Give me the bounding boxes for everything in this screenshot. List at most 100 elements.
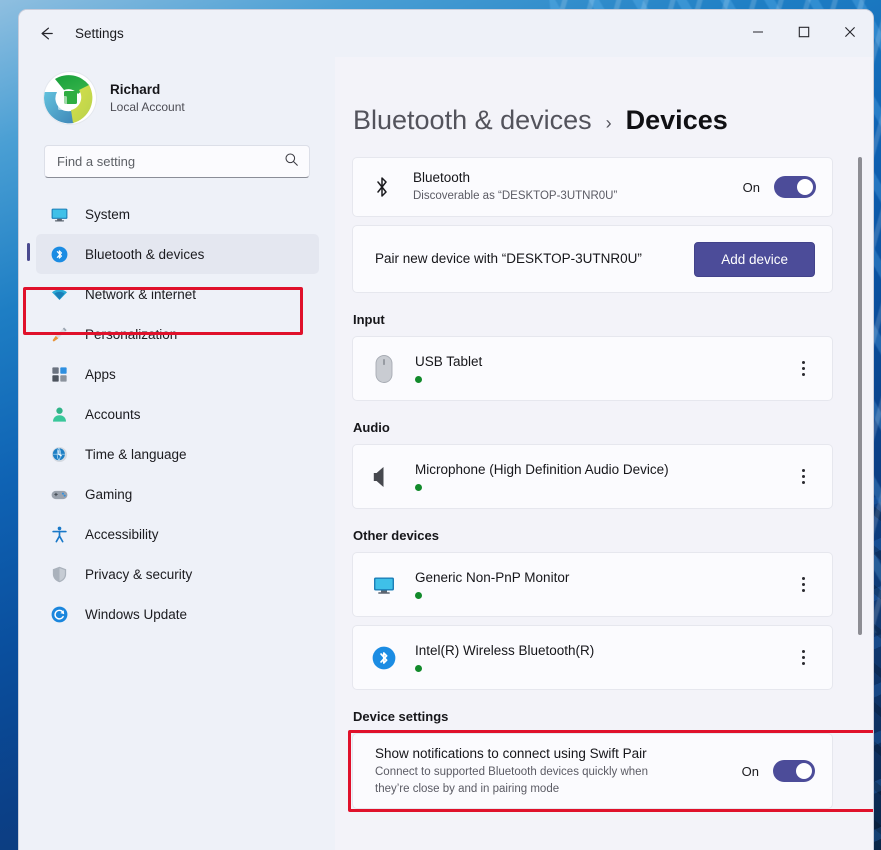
account-name: Richard	[110, 81, 161, 97]
sidebar-item-label: Bluetooth & devices	[85, 246, 205, 262]
swift-pair-toggle[interactable]	[773, 760, 815, 782]
breadcrumb: Bluetooth & devices › Devices	[352, 105, 833, 136]
bluetooth-card: Bluetooth Discoverable as “DESKTOP-3UTNR…	[352, 157, 833, 217]
sidebar-item-gaming[interactable]: Gaming	[36, 474, 319, 514]
search-icon	[284, 152, 299, 172]
minimize-button[interactable]	[735, 10, 781, 54]
close-icon	[845, 27, 855, 37]
sidebar-item-bluetooth-devices[interactable]: Bluetooth & devices	[27, 234, 319, 274]
add-device-button[interactable]: Add device	[694, 241, 815, 277]
wifi-icon	[49, 284, 69, 304]
device-name: Generic Non-PnP Monitor	[415, 569, 570, 585]
sidebar-item-network-internet[interactable]: Network & internet	[36, 274, 319, 314]
pair-device-card: Pair new device with “DESKTOP-3UTNR0U” A…	[352, 225, 833, 293]
bluetooth-icon	[369, 175, 395, 199]
window-body: Richard Local Account System Bluetooth & …	[19, 57, 873, 850]
desktop-background: Settings Richard Local Account Find a se…	[0, 0, 881, 850]
sidebar-item-time-language[interactable]: Time & language	[36, 434, 319, 474]
search-box[interactable]	[44, 145, 310, 178]
sidebar-item-label: System	[85, 206, 131, 222]
sidebar-item-system[interactable]: System	[36, 194, 319, 234]
device-card[interactable]: Generic Non-PnP Monitor	[352, 552, 833, 617]
section-heading: Audio	[353, 420, 390, 435]
swift-pair-title: Show notifications to connect using Swif…	[375, 745, 647, 761]
bluetooth-subtitle: Discoverable as “DESKTOP-3UTNR0U”	[413, 190, 618, 203]
apps-grid-icon	[49, 364, 69, 384]
maximize-button[interactable]	[781, 10, 827, 54]
device-card[interactable]: Intel(R) Wireless Bluetooth(R)	[352, 625, 833, 690]
sidebar-item-label: Windows Update	[85, 606, 188, 622]
clock-globe-icon	[49, 444, 69, 464]
device-name: USB Tablet	[415, 353, 483, 369]
maximize-icon	[798, 26, 810, 38]
breadcrumb-separator-icon: ›	[605, 113, 612, 133]
device-row: Microphone (High Definition Audio Device…	[353, 445, 832, 508]
device-menu-button[interactable]	[788, 643, 818, 673]
swift-pair-description-line2: they’re close by and in pairing mode	[375, 782, 560, 795]
device-menu-button[interactable]	[788, 462, 818, 492]
sidebar-item-label: Gaming	[85, 486, 133, 502]
sidebar-item-label: Apps	[85, 366, 116, 382]
section-heading: Input	[353, 312, 385, 327]
bluetooth-toggle[interactable]	[774, 176, 816, 198]
person-icon	[49, 404, 69, 424]
bluetooth-title: Bluetooth	[413, 169, 471, 185]
title-bar: Settings	[19, 10, 873, 57]
sidebar-item-personalization[interactable]: Personalization	[36, 314, 319, 354]
status-dot-connected	[415, 592, 422, 600]
status-dot-connected	[415, 376, 422, 384]
swift-pair-card: Show notifications to connect using Swif…	[348, 730, 873, 812]
app-title: Settings	[75, 26, 124, 41]
sidebar-item-accessibility[interactable]: Accessibility	[36, 514, 319, 554]
status-dot-connected	[415, 484, 422, 492]
sidebar-item-privacy-security[interactable]: Privacy & security	[36, 554, 319, 594]
account-type: Local Account	[110, 100, 185, 115]
avatar	[44, 72, 96, 124]
sidebar-item-label: Personalization	[85, 326, 178, 342]
sidebar-item-label: Network & internet	[85, 286, 197, 302]
sidebar-item-label: Time & language	[85, 446, 187, 462]
sidebar-nav: System Bluetooth & devices Network & inter…	[27, 194, 319, 634]
device-menu-button[interactable]	[788, 354, 818, 384]
device-settings-heading: Device settings	[353, 709, 449, 724]
page-title: Devices	[625, 105, 728, 135]
sidebar-item-label: Privacy & security	[85, 566, 193, 582]
close-button[interactable]	[827, 10, 873, 54]
back-button[interactable]	[27, 18, 65, 50]
monitor-icon	[49, 204, 69, 224]
device-menu-button[interactable]	[788, 570, 818, 600]
account-block[interactable]: Richard Local Account	[35, 57, 319, 131]
device-row: Generic Non-PnP Monitor	[353, 553, 832, 616]
sidebar-item-label: Accounts	[85, 406, 141, 422]
bluetooth-state-label: On	[742, 179, 760, 195]
device-name: Intel(R) Wireless Bluetooth(R)	[415, 642, 595, 658]
swift-pair-state-label: On	[741, 763, 759, 779]
sidebar-item-accounts[interactable]: Accounts	[36, 394, 319, 434]
window-controls	[735, 10, 873, 54]
microphone-speaker-icon	[369, 463, 399, 491]
content-scrollbar[interactable]	[854, 103, 866, 850]
breadcrumb-parent[interactable]: Bluetooth & devices	[353, 105, 592, 136]
swift-pair-description-line1: Connect to supported Bluetooth devices q…	[375, 766, 648, 779]
section-heading: Other devices	[353, 528, 439, 543]
search-input[interactable]	[57, 154, 284, 169]
status-dot-connected	[415, 665, 422, 673]
sidebar-item-apps[interactable]: Apps	[36, 354, 319, 394]
bluetooth-icon	[49, 244, 69, 264]
shield-icon	[49, 564, 69, 584]
sidebar-item-windows-update[interactable]: Windows Update	[36, 594, 319, 634]
content-pane: Bluetooth & devices › Devices Bluetooth …	[335, 57, 873, 850]
pair-device-row: Pair new device with “DESKTOP-3UTNR0U” A…	[353, 226, 832, 292]
update-refresh-icon	[49, 604, 69, 624]
swift-pair-row: Show notifications to connect using Swif…	[353, 734, 832, 808]
minimize-icon	[753, 31, 763, 33]
device-card[interactable]: Microphone (High Definition Audio Device…	[352, 444, 833, 509]
bluetooth-circle-icon	[369, 645, 399, 671]
scrollbar-thumb[interactable]	[858, 157, 862, 635]
device-sections: Input USB Tablet Audio Microphone (High Def…	[352, 312, 833, 690]
gamepad-icon	[49, 484, 69, 504]
paintbrush-icon	[49, 324, 69, 344]
device-card[interactable]: USB Tablet	[352, 336, 833, 401]
sidebar: Richard Local Account System Bluetooth & …	[19, 57, 335, 850]
account-text: Richard Local Account	[110, 81, 185, 115]
